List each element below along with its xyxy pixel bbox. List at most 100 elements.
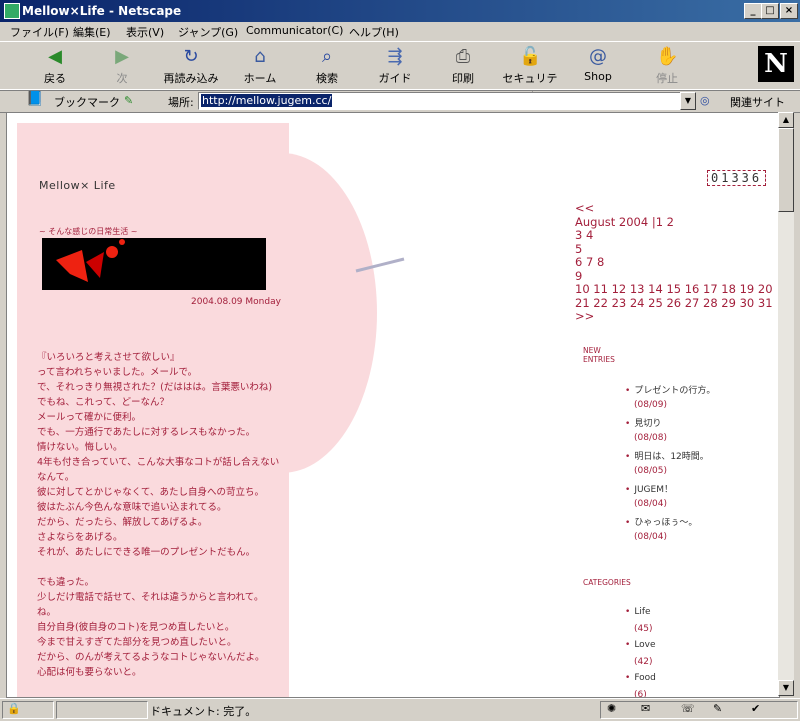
post-line: 4年も付き合っていて、こんな大事なコトが話し合えない [37,457,280,468]
post-line: なんて。 [37,472,75,483]
forward-icon: ▶ [115,46,129,67]
stop-icon: ✋ [656,46,679,67]
menu-file[interactable]: ファイル(F) [10,24,69,40]
calendar-line[interactable]: 9 [575,269,775,284]
stop-label: 停止 [656,72,678,85]
progress-panel [56,701,148,719]
scroll-thumb[interactable] [778,128,794,212]
guide-icon: ⇶ [387,46,403,67]
url-input[interactable]: http://mellow.jugem.cc/ [198,92,682,110]
navigator-icon[interactable]: ✺ [607,702,616,715]
calendar-month: August 2004 [575,214,649,229]
stop-button[interactable]: ✋ 停止 [637,46,697,86]
related-sites-icon[interactable]: ◎ [700,94,710,107]
access-counter: 01336 [707,170,767,186]
related-sites-button[interactable]: 関連サイト [730,94,785,110]
mail-icon[interactable]: ✉ [641,702,650,715]
guide-label: ガイド [378,72,412,85]
post-line: 自分自身(彼自身のコト)を見つめ直したいと。 [37,622,235,633]
category-count: (6) [634,690,647,698]
reload-button[interactable]: ↻ 再読み込み [161,46,221,86]
search-button[interactable]: ⌕ 検索 [297,46,357,86]
calendar-line[interactable]: 6 7 8 [575,255,775,270]
entry-link[interactable]: • 明日は、12時間。 [625,449,709,462]
menu-go[interactable]: ジャンプ(G) [178,24,238,40]
bookmark-icon[interactable]: 📘 [26,91,43,107]
composer-icon[interactable]: ✎ [713,702,722,715]
offline-icon[interactable]: ✔ [751,702,760,715]
shop-button[interactable]: @ Shop [568,46,628,83]
entry-date: (08/08) [634,433,667,443]
header-banner-image [42,238,266,290]
new-entries-heading-line: ENTRIES [583,355,615,364]
reload-label: 再読み込み [163,72,219,85]
netscape-app-icon [4,3,20,19]
entry-link[interactable]: • ひゃっほぅ～。 [625,515,697,528]
netscape-logo-icon[interactable]: N [758,46,794,82]
menu-help[interactable]: ヘルプ(H) [349,24,399,40]
shop-label: Shop [584,70,612,83]
post-line: さよならをあげる。 [37,532,123,543]
bullet-icon: • [625,485,631,495]
forward-label: 次 [116,72,128,85]
post-line: でも、一方通行であたしに対するレスもなかった。 [37,427,256,438]
calendar-prev-link[interactable]: << [575,201,775,216]
entry-title[interactable]: JUGEM！ [634,485,673,495]
entry-title[interactable]: 明日は、12時間。 [634,452,708,462]
calendar-line[interactable]: 3 4 [575,228,775,243]
category-name[interactable]: Love [634,640,655,650]
connection-panel: 🔒 [2,701,54,719]
entry-title[interactable]: 見切り [634,419,661,429]
entry-link[interactable]: • 見切り [625,416,661,429]
vertical-scrollbar[interactable]: ▲ ▼ [778,112,794,696]
scroll-up-button[interactable]: ▲ [778,112,794,128]
entry-title[interactable]: プレゼントの行方。 [634,386,715,396]
calendar-line[interactable]: 10 11 12 13 14 15 16 17 18 19 20 [575,282,775,297]
menu-view[interactable]: 表示(V) [126,24,164,40]
categories-heading: CATEGORIES [583,578,631,587]
post-line [37,560,277,575]
home-icon: ⌂ [254,46,266,67]
entry-date: (08/04) [634,532,667,542]
print-label: 印刷 [452,72,474,85]
category-name[interactable]: Life [634,607,650,617]
lock-icon: 🔒 [7,702,21,715]
menu-edit[interactable]: 編集(E) [73,24,111,40]
search-label: 検索 [316,72,338,85]
scroll-down-button[interactable]: ▼ [778,680,794,696]
calendar-next-link[interactable]: >> [575,309,775,324]
category-link[interactable]: • Food [625,673,656,683]
bookmarks-button[interactable]: ブックマーク [54,94,120,110]
print-button[interactable]: ⎙ 印刷 [433,46,493,86]
forward-button[interactable]: ▶ 次 [92,46,152,86]
page-proxy-icon[interactable]: ✎ [124,94,133,107]
newsgroups-icon[interactable]: ☏ [681,702,695,715]
post-line: だから、だったら、解放してあげるよ。 [37,517,208,528]
category-link[interactable]: • Love [625,640,656,650]
bullet-icon: • [625,386,631,396]
print-icon: ⎙ [455,46,471,67]
back-button[interactable]: ◀ 戻る [25,46,85,86]
maximize-button[interactable]: □ [761,3,779,19]
home-button[interactable]: ⌂ ホーム [230,46,290,86]
close-button[interactable]: × [780,3,798,19]
menu-communicator[interactable]: Communicator(C) [246,24,343,37]
calendar-line[interactable]: 5 [575,242,775,257]
url-dropdown-button[interactable]: ▼ [680,92,696,110]
entry-link[interactable]: • プレゼントの行方。 [625,383,715,396]
navigation-toolbar: ◀ 戻る ▶ 次 ↻ 再読み込み ⌂ ホーム ⌕ 検索 ⇶ ガイド ⎙ 印刷 🔓… [0,41,800,101]
minimize-button[interactable]: _ [744,3,762,19]
calendar: << August 2004 |1 2 3 4 5 6 7 8 9 10 11 … [575,201,775,324]
category-name[interactable]: Food [634,673,656,683]
entry-title[interactable]: ひゃっほぅ～。 [634,518,697,528]
guide-button[interactable]: ⇶ ガイド [365,46,425,86]
calendar-line[interactable]: 21 22 23 24 25 26 27 28 29 30 31 [575,296,775,311]
site-title[interactable]: Mellow× Life [39,179,116,192]
bullet-icon: • [625,640,631,650]
new-entries-heading-line: NEW [583,346,601,355]
shop-icon: @ [589,46,607,67]
entry-link[interactable]: • JUGEM！ [625,482,673,495]
calendar-line[interactable]: |1 2 [652,215,674,229]
category-link[interactable]: • Life [625,607,651,617]
bullet-icon: • [625,419,631,429]
